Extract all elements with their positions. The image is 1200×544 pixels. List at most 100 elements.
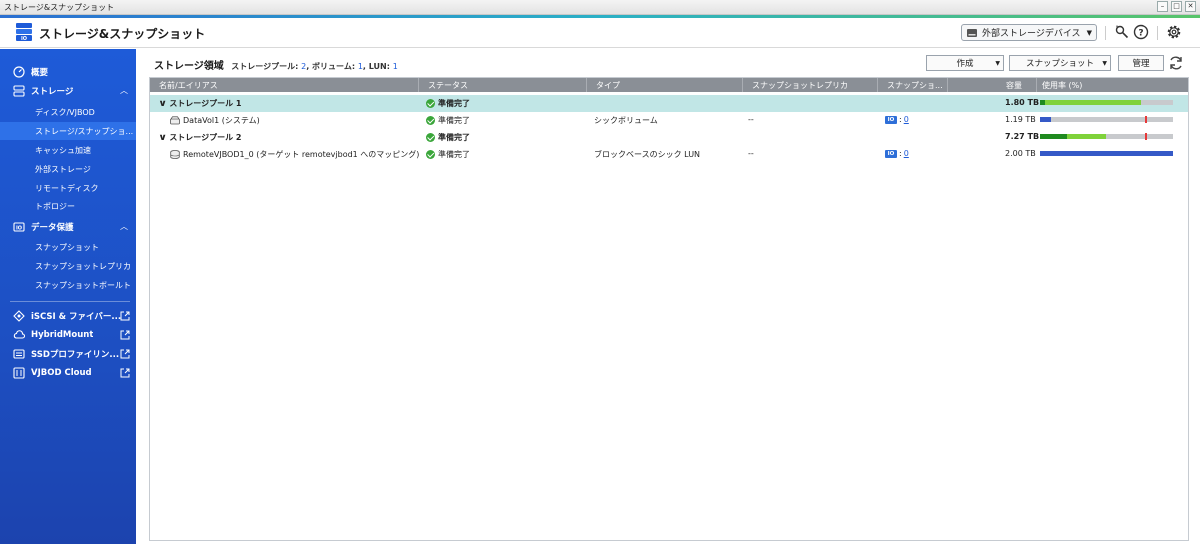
table-row[interactable]: ∨ ストレージプール 2 準備完了 7.27 TB xyxy=(150,129,1188,146)
usage-bar-used xyxy=(1040,117,1051,122)
window-title: ストレージ&スナップショット xyxy=(4,3,115,12)
column-header-snapshot-replica[interactable]: スナップショットレプリカ xyxy=(752,80,848,91)
capacity-cell: 1.19 TB xyxy=(1005,115,1036,124)
main-panel: ストレージ領域 ストレージプール: 2, ボリューム: 1, LUN: 1 作成… xyxy=(136,49,1200,544)
lun-icon xyxy=(170,150,180,159)
snapshot-count-link[interactable]: 0 xyxy=(904,115,909,124)
close-button[interactable]: ✕ xyxy=(1185,1,1196,12)
usage-bar-used xyxy=(1040,134,1067,139)
external-storage-device-dropdown[interactable]: 外部ストレージデバイス ▼ xyxy=(961,24,1097,41)
external-link-icon xyxy=(120,311,130,321)
column-divider[interactable] xyxy=(1036,78,1037,92)
status-text: 準備完了 xyxy=(438,116,470,125)
table-row[interactable]: RemoteVJBOD1_0 (ターゲット remotevjbod1 へのマッピ… xyxy=(150,146,1188,163)
column-divider[interactable] xyxy=(586,78,587,92)
sidebar-item-ssd-profiling[interactable]: SSDプロファイリン... xyxy=(0,345,136,363)
window-titlebar: ストレージ&スナップショット – □ ✕ xyxy=(0,0,1200,15)
sidebar-item-iscsi[interactable]: iSCSI & ファイバー... xyxy=(0,307,136,325)
table-row[interactable]: DataVol1 (システム) 準備完了 シックボリューム -- IO:0 1.… xyxy=(150,112,1188,129)
app-logo-icon: IO xyxy=(16,23,32,42)
sidebar-item-remote-disk[interactable]: リモートディスク xyxy=(0,179,136,197)
cloud-icon xyxy=(13,330,25,339)
chevron-down-icon: ▼ xyxy=(1102,59,1107,67)
column-divider[interactable] xyxy=(418,78,419,92)
column-header-usage[interactable]: 使用率 (%) xyxy=(1042,80,1082,91)
sidebar-item-snapshot-replica[interactable]: スナップショットレプリカ xyxy=(0,257,136,275)
usage-bar xyxy=(1040,116,1173,123)
manage-button[interactable]: 管理 xyxy=(1118,55,1164,71)
column-header-status[interactable]: ステータス xyxy=(428,80,468,91)
sidebar-item-snapshot-vault[interactable]: スナップショットボールト xyxy=(0,276,136,294)
snapshot-count-link[interactable]: 0 xyxy=(904,149,909,158)
sidebar-item-disks-vjbod[interactable]: ディスク/VJBOD xyxy=(0,103,136,121)
column-header-capacity[interactable]: 容量 xyxy=(1006,80,1022,91)
snapshot-count-cell[interactable]: IO:0 xyxy=(885,149,909,158)
sidebar-item-storage-snapshots[interactable]: ストレージ/スナップショ... xyxy=(0,122,136,140)
column-divider[interactable] xyxy=(947,78,948,92)
status-text: 準備完了 xyxy=(438,133,470,142)
volume-name: DataVol1 (システム) xyxy=(183,116,260,125)
sidebar-item-snapshots[interactable]: スナップショット xyxy=(0,238,136,256)
dashboard-icon xyxy=(13,66,25,78)
ready-check-icon xyxy=(426,99,435,108)
ready-check-icon xyxy=(426,116,435,125)
lun-name-cell: RemoteVJBOD1_0 (ターゲット remotevjbod1 へのマッピ… xyxy=(170,149,419,160)
sidebar-item-data-protection[interactable]: IO データ保護 ︿ xyxy=(0,218,136,236)
usage-bar-allocated xyxy=(1045,100,1141,105)
sidebar-item-external-storage[interactable]: 外部ストレージ xyxy=(0,160,136,178)
snapshot-badge-icon: IO xyxy=(885,115,897,124)
column-divider[interactable] xyxy=(877,78,878,92)
ready-check-icon xyxy=(426,150,435,159)
refresh-icon[interactable] xyxy=(1168,55,1184,71)
window-controls: – □ ✕ xyxy=(1157,1,1196,12)
pool-name-cell: ∨ ストレージプール 1 xyxy=(158,98,241,109)
chevron-up-icon[interactable]: ︿ xyxy=(120,221,128,232)
sidebar-item-label: HybridMount xyxy=(31,330,94,340)
iscsi-icon xyxy=(13,310,25,322)
ssd-icon xyxy=(13,349,25,359)
maximize-button[interactable]: □ xyxy=(1171,1,1182,12)
sidebar-item-overview[interactable]: 概要 xyxy=(0,63,136,81)
sidebar-divider xyxy=(10,301,130,302)
app-title: ストレージ&スナップショット xyxy=(39,27,206,41)
table-header: 名前/エイリアス ステータス タイプ スナップショットレプリカ スナップショ..… xyxy=(150,78,1188,92)
sidebar-item-label: データ保護 xyxy=(31,223,74,233)
minimize-button[interactable]: – xyxy=(1157,1,1168,12)
column-divider[interactable] xyxy=(742,78,743,92)
column-header-snapshot[interactable]: スナップショ... xyxy=(887,80,945,91)
usage-bar xyxy=(1040,133,1173,140)
status-cell: 準備完了 xyxy=(426,132,470,143)
sidebar-item-topology[interactable]: トポロジー xyxy=(0,197,136,215)
sidebar-item-cache-acceleration[interactable]: キャッシュ加速 xyxy=(0,141,136,159)
chevron-down-icon[interactable]: ∨ xyxy=(158,99,167,109)
pool-name: ストレージプール 2 xyxy=(169,133,242,142)
usage-threshold-marker xyxy=(1145,116,1147,123)
sidebar-item-hybridmount[interactable]: HybridMount xyxy=(0,326,136,344)
snapshot-button[interactable]: スナップショット ▼ xyxy=(1009,55,1111,71)
create-button[interactable]: 作成 ▼ xyxy=(926,55,1004,71)
pool-name-cell: ∨ ストレージプール 2 xyxy=(158,132,242,143)
svg-text:IO: IO xyxy=(16,226,22,232)
chevron-up-icon[interactable]: ︿ xyxy=(120,85,128,96)
chevron-down-icon: ▼ xyxy=(995,59,1000,67)
external-drive-icon xyxy=(967,28,977,37)
column-header-name[interactable]: 名前/エイリアス xyxy=(159,80,218,91)
app-header: IO ストレージ&スナップショット 外部ストレージデバイス ▼ ? xyxy=(0,18,1200,48)
sidebar-item-storage[interactable]: ストレージ ︿ xyxy=(0,82,136,100)
help-icon[interactable]: ? xyxy=(1133,24,1149,40)
snapshot-badge-icon: IO xyxy=(885,149,897,158)
lun-count: 1 xyxy=(392,62,398,71)
table-row[interactable]: ∨ ストレージプール 1 準備完了 1.80 TB xyxy=(150,95,1188,112)
sidebar-item-label: ストレージ xyxy=(31,87,74,97)
snapshot-count-cell[interactable]: IO:0 xyxy=(885,115,909,124)
storage-icon xyxy=(13,85,25,97)
chevron-down-icon: ▼ xyxy=(1086,28,1092,37)
storage-summary: ストレージプール: 2, ボリューム: 1, LUN: 1 xyxy=(231,62,398,71)
settings-gear-icon[interactable] xyxy=(1166,24,1182,40)
sidebar-item-vjbod-cloud[interactable]: VJBOD Cloud xyxy=(0,364,136,382)
external-link-icon xyxy=(120,349,130,359)
column-header-type[interactable]: タイプ xyxy=(596,80,620,91)
debug-tool-icon[interactable] xyxy=(1114,24,1130,40)
sidebar-item-label: iSCSI & ファイバー... xyxy=(31,312,122,322)
chevron-down-icon[interactable]: ∨ xyxy=(158,133,167,143)
